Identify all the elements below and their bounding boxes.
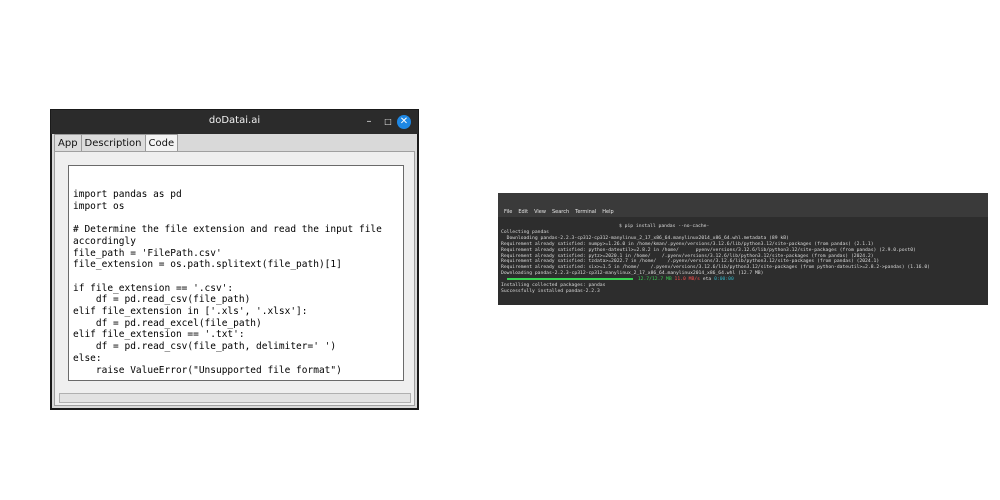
menu-terminal[interactable]: Terminal bbox=[575, 209, 596, 215]
terminal-line: Downloading pandas-2.2.3-cp312-cp312-man… bbox=[501, 271, 764, 277]
terminal-menu-bar: File Edit View Search Terminal Help bbox=[498, 193, 988, 217]
tab-description[interactable]: Description bbox=[80, 134, 146, 152]
menu-search[interactable]: Search bbox=[552, 209, 569, 215]
terminal-line: Downloading pandas-2.2.3-cp312-cp312-man… bbox=[501, 235, 789, 241]
menu-help[interactable]: Help bbox=[602, 209, 613, 215]
terminal-command: $ pip install pandas --no-cache- bbox=[619, 224, 710, 229]
tab-bar: App Description Code bbox=[54, 134, 179, 152]
progress-eta-label: eta bbox=[702, 277, 712, 283]
menu-view[interactable]: View bbox=[534, 209, 546, 215]
terminal-line: Collecting pandas bbox=[501, 229, 549, 235]
terminal-line: Installing collected packages: pandas bbox=[501, 283, 606, 289]
code-editor[interactable]: import pandas as pd import os # Determin… bbox=[68, 165, 404, 381]
title-bar[interactable]: doDatai.ai – □ ✕ bbox=[51, 110, 418, 134]
close-icon[interactable]: ✕ bbox=[397, 115, 411, 129]
minimize-icon[interactable]: – bbox=[360, 113, 378, 131]
terminal-line: Requirement already satisfied: pytz>=202… bbox=[501, 253, 874, 259]
terminal-line: Requirement already satisfied: six>=1.5 … bbox=[501, 265, 930, 271]
maximize-icon[interactable]: □ bbox=[379, 113, 397, 131]
progress-speed: 11.0 MB/s bbox=[674, 277, 700, 283]
app-window: doDatai.ai – □ ✕ App Description Code im… bbox=[50, 109, 419, 410]
menu-edit[interactable]: Edit bbox=[518, 209, 528, 215]
terminal-line: Successfully installed pandas-2.2.3 bbox=[501, 288, 600, 294]
progress-bar bbox=[507, 277, 633, 280]
tab-app[interactable]: App bbox=[54, 134, 82, 152]
progress-eta: 0:00:00 bbox=[714, 277, 734, 283]
terminal-line: Requirement already satisfied: numpy>=1.… bbox=[501, 241, 874, 247]
progress-size: 12.7/12.7 MB bbox=[637, 277, 672, 283]
terminal-line: Requirement already satisfied: tzdata>=2… bbox=[501, 259, 880, 265]
terminal-output[interactable]: $ pip install pandas --no-cache- Collecti… bbox=[501, 224, 986, 295]
code-text[interactable]: import pandas as pd import os # Determin… bbox=[73, 189, 382, 376]
terminal-line: Requirement already satisfied: python-da… bbox=[501, 247, 916, 253]
code-tab-panel: import pandas as pd import os # Determin… bbox=[54, 151, 415, 406]
menu-file[interactable]: File bbox=[504, 209, 512, 215]
horizontal-scrollbar[interactable] bbox=[59, 393, 411, 403]
terminal-window: File Edit View Search Terminal Help $ pi… bbox=[498, 193, 988, 305]
tab-code[interactable]: Code bbox=[144, 134, 179, 152]
window-client: App Description Code import pandas as pd… bbox=[52, 134, 417, 408]
